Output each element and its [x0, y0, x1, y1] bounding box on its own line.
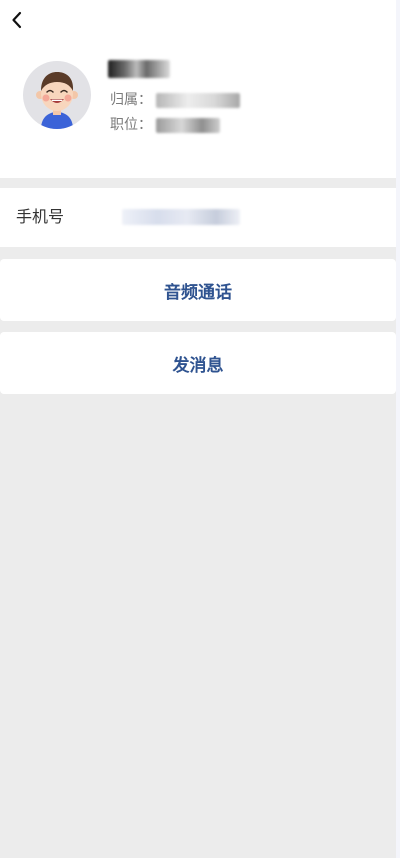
redacted-name-mask — [108, 59, 170, 78]
belong-label: 归属： — [110, 92, 152, 108]
position-row: 职位： — [110, 115, 221, 135]
audio-call-button[interactable]: 音频通话 — [0, 259, 396, 321]
profile-card: 归属： 职位： — [0, 0, 396, 178]
chevron-left-icon[interactable] — [6, 8, 30, 32]
avatar — [23, 61, 91, 129]
send-message-button[interactable]: 发消息 — [0, 332, 396, 394]
position-label: 职位： — [110, 117, 152, 133]
phone-row[interactable]: 手机号 — [0, 188, 396, 247]
redacted-position-mask — [156, 117, 221, 133]
cartoon-boy-avatar-icon — [36, 72, 78, 129]
contact-name — [108, 56, 170, 80]
back-button[interactable] — [6, 8, 30, 32]
right-edge-strip — [396, 0, 400, 858]
redacted-phone-mask — [122, 209, 240, 225]
redacted-belong-mask — [156, 92, 241, 108]
belong-row: 归属： — [110, 90, 241, 110]
phone-value[interactable] — [122, 206, 240, 228]
phone-label: 手机号 — [16, 207, 65, 226]
